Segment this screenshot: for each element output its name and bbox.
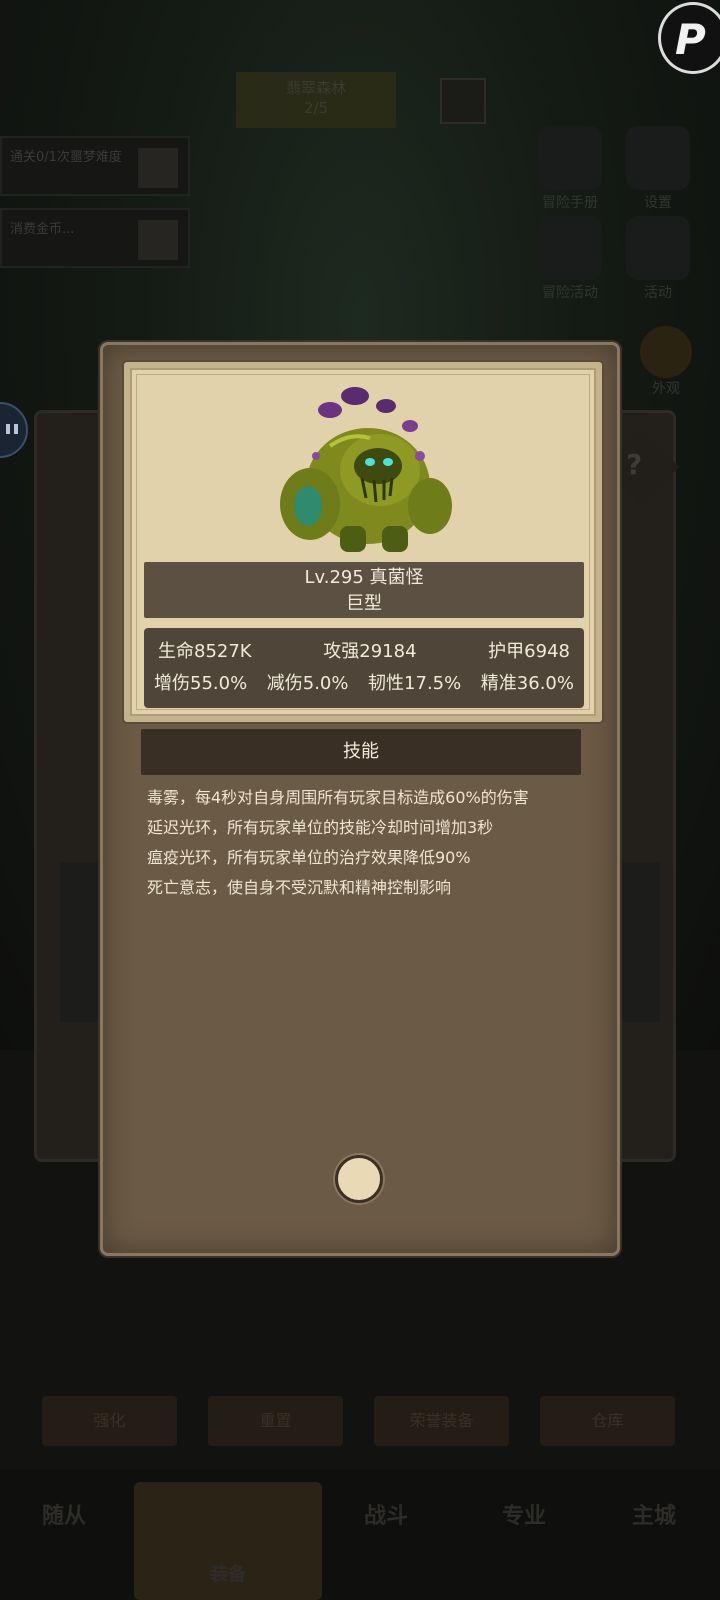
nav-main-city[interactable]: 主城 [604,1498,704,1530]
monster-name-bar: Lv.295 真菌怪 巨型 [144,562,584,618]
skill-item: 毒雾，每4秒对自身周围所有玩家目标造成60%的伤害 [147,788,529,807]
stats-row-primary: 生命8527K 攻强29184 护甲6948 [154,636,574,668]
stat-damage-increase: 增伤55.0% [154,673,248,694]
quest-label: 通关0/1次噩梦难度 [10,150,122,165]
stage-title-plate: 翡翠森林 2/5 [236,72,396,128]
monster-size: 巨型 [346,593,382,614]
settings-icon[interactable] [626,126,690,190]
tab-warehouse[interactable]: 仓库 [540,1396,675,1446]
stat-damage-reduction: 减伤5.0% [266,673,349,694]
stage-title: 翡翠森林 [285,79,346,97]
event-label: 冒险活动 [542,285,598,301]
tab-honor-equipment[interactable]: 荣誉装备 [374,1396,509,1446]
settings-label: 设置 [644,195,672,211]
quest-item[interactable]: 通关0/1次噩梦难度 [0,136,190,196]
nav-followers[interactable]: 随从 [14,1498,114,1530]
help-icon: ? [626,448,643,481]
skill-item: 瘟疫光环，所有玩家单位的治疗效果降低90% [147,848,471,867]
stat-accuracy: 精准36.0% [480,673,574,694]
skill-item: 延迟光环，所有玩家单位的技能冷却时间增加3秒 [147,818,494,837]
corner-app-letter: P [675,15,706,64]
coin-label: 外观 [652,381,680,397]
quest-reward-slot [138,148,178,188]
nav-equipment[interactable]: 装备 [178,1560,278,1586]
stat-health: 生命8527K [158,641,252,662]
close-button[interactable] [335,1155,383,1203]
event-icon[interactable] [538,216,602,280]
stat-armor: 护甲6948 [488,641,570,662]
stats-row-secondary: 增伤55.0% 减伤5.0% 韧性17.5% 精准36.0% [154,668,574,700]
action-tabs: 强化 重置 荣誉装备 仓库 [0,1396,720,1452]
monster-name: Lv.295 真菌怪 [304,567,424,588]
activity-label: 活动 [644,285,672,301]
stat-toughness: 韧性17.5% [368,673,462,694]
quest-item[interactable]: 消费金币... [0,208,190,268]
fungus-monster-portrait [280,387,452,552]
handbook-label: 冒险手册 [542,195,598,211]
coin-icon[interactable] [640,326,692,378]
tab-enhance[interactable]: 强化 [42,1396,177,1446]
monster-info-modal: Lv.295 真菌怪 巨型 生命8527K 攻强29184 护甲6948 增伤5… [100,342,620,1256]
skills-list: 毒雾，每4秒对自身周围所有玩家目标造成60%的伤害 延迟光环，所有玩家单位的技能… [147,783,607,903]
stage-progress: 2/5 [303,99,329,117]
skill-item: 死亡意志，使自身不受沉默和精神控制影响 [147,878,452,897]
skills-header: 技能 [141,729,581,775]
refresh-icon[interactable] [440,78,486,124]
nav-profession[interactable]: 专业 [474,1498,574,1530]
handbook-icon[interactable] [538,126,602,190]
quest-reward-slot [138,220,178,260]
stat-attack: 攻强29184 [323,641,417,662]
monster-stats: 生命8527K 攻强29184 护甲6948 增伤55.0% 减伤5.0% 韧性… [144,628,584,708]
bottom-nav: 随从 装备 战斗 专业 主城 [0,1470,720,1600]
activity-icon[interactable] [626,216,690,280]
corner-app-button[interactable]: P [658,2,720,74]
nav-battle[interactable]: 战斗 [336,1498,436,1530]
monster-header-card: Lv.295 真菌怪 巨型 生命8527K 攻强29184 护甲6948 增伤5… [124,362,602,722]
tab-reset[interactable]: 重置 [208,1396,343,1446]
quest-label: 消费金币... [10,222,75,237]
